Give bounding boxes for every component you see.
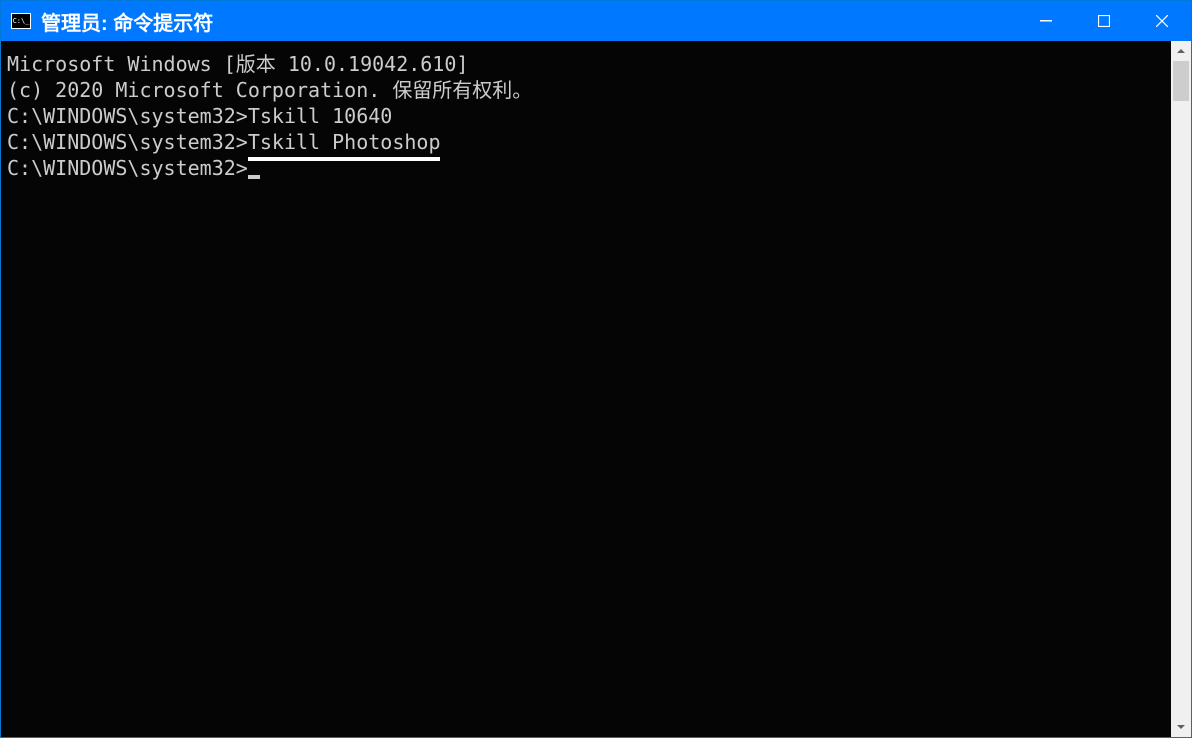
console-line: C:\WINDOWS\system32> xyxy=(7,155,1165,181)
underlined-command: Tskill Photoshop xyxy=(248,129,441,161)
scrollbar-up-button[interactable] xyxy=(1171,41,1191,61)
titlebar[interactable]: 管理员: 命令提示符 xyxy=(1,1,1191,41)
minimize-icon xyxy=(1040,15,1052,27)
scrollbar-down-button[interactable] xyxy=(1171,717,1191,737)
chevron-down-icon xyxy=(1177,723,1185,731)
cursor xyxy=(248,175,260,179)
minimize-button[interactable] xyxy=(1017,1,1075,41)
prompt-path: C:\WINDOWS\system32> xyxy=(7,104,248,128)
console-area: Microsoft Windows [版本 10.0.19042.610](c)… xyxy=(1,41,1191,737)
console-line: Microsoft Windows [版本 10.0.19042.610] xyxy=(7,51,1165,77)
scrollbar-track[interactable] xyxy=(1171,61,1191,717)
console-line: C:\WINDOWS\system32>Tskill Photoshop xyxy=(7,129,1165,155)
cmd-icon xyxy=(11,13,31,29)
console-content[interactable]: Microsoft Windows [版本 10.0.19042.610](c)… xyxy=(1,41,1171,737)
chevron-up-icon xyxy=(1177,47,1185,55)
prompt-path: C:\WINDOWS\system32> xyxy=(7,130,248,154)
window-title: 管理员: 命令提示符 xyxy=(41,7,1017,36)
vertical-scrollbar[interactable] xyxy=(1171,41,1191,737)
close-button[interactable] xyxy=(1133,1,1191,41)
console-line: (c) 2020 Microsoft Corporation. 保留所有权利。 xyxy=(7,77,1165,103)
console-line: C:\WINDOWS\system32>Tskill 10640 xyxy=(7,103,1165,129)
prompt-command: Tskill 10640 xyxy=(248,104,393,128)
maximize-button[interactable] xyxy=(1075,1,1133,41)
prompt-path: C:\WINDOWS\system32> xyxy=(7,156,248,180)
maximize-icon xyxy=(1098,15,1110,27)
scrollbar-thumb[interactable] xyxy=(1173,61,1189,101)
command-prompt-window: 管理员: 命令提示符 Microsoft Windows [版本 10.0.1 xyxy=(0,0,1192,738)
window-controls xyxy=(1017,1,1191,41)
close-icon xyxy=(1156,15,1168,27)
